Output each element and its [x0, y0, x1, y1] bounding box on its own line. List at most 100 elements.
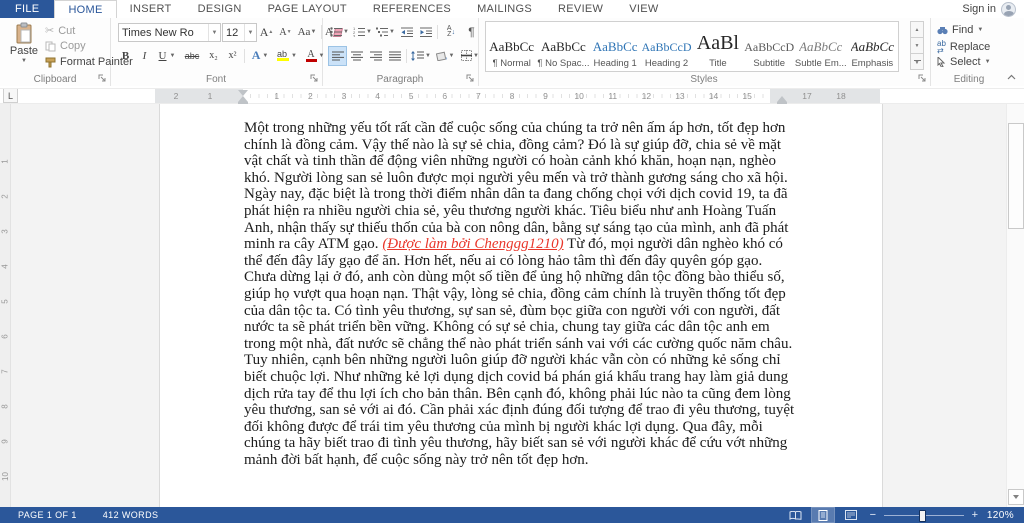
- styles-scroll-up-icon[interactable]: ▲: [910, 21, 924, 38]
- ruler-number: 1: [0, 159, 10, 164]
- style-preview: AaBbCc: [592, 39, 638, 54]
- bullets-icon: [330, 27, 343, 37]
- cut-button[interactable]: ✂ Cut: [45, 24, 75, 38]
- change-case-button[interactable]: Aa ▼: [295, 22, 319, 42]
- styles-more-icon[interactable]: ▼: [910, 54, 924, 70]
- zoom-out-button[interactable]: −: [868, 509, 878, 521]
- grow-font-button[interactable]: A ▲: [257, 22, 276, 42]
- ruler-number: 11: [608, 91, 618, 101]
- copy-button[interactable]: Copy: [45, 40, 86, 52]
- collapse-ribbon-icon[interactable]: [1005, 72, 1017, 82]
- ruler-number: 4: [375, 91, 380, 101]
- clipboard-group: Paste ▼ ✂ Cut Copy Format Painter Clipbo…: [0, 18, 133, 86]
- multilevel-list-button[interactable]: ▼: [374, 22, 397, 42]
- shrink-font-button[interactable]: A ▼: [276, 22, 295, 42]
- replace-button[interactable]: ab ⇄ Replace: [937, 40, 990, 55]
- ruler-number: 13: [675, 91, 685, 101]
- align-left-button[interactable]: [328, 45, 347, 66]
- line-spacing-icon: [411, 50, 425, 61]
- tab-insert[interactable]: INSERT: [117, 0, 185, 18]
- ruler-number: 6: [442, 91, 448, 101]
- line-spacing-button[interactable]: ▼: [409, 46, 433, 66]
- ruler-number: 9: [0, 439, 10, 444]
- increase-indent-button[interactable]: [416, 22, 435, 42]
- zoom-slider-thumb[interactable]: [919, 510, 927, 522]
- decrease-indent-button[interactable]: [397, 22, 416, 42]
- ruler-number: 3: [0, 229, 10, 234]
- font-size-combobox[interactable]: 12 ▼: [222, 23, 257, 42]
- style-label: Subtitle: [753, 58, 786, 69]
- read-mode-button[interactable]: [784, 508, 806, 522]
- word-count[interactable]: 412 WORDS: [103, 510, 159, 520]
- bullets-button[interactable]: ▼: [328, 22, 351, 42]
- style-label: Subtle Em...: [794, 58, 847, 69]
- align-left-icon: [331, 51, 344, 60]
- align-right-button[interactable]: [366, 46, 385, 66]
- tab-mailings[interactable]: MAILINGS: [464, 0, 545, 18]
- sign-in[interactable]: Sign in: [962, 0, 1024, 18]
- styles-group: AaBbCc ¶ Normal AaBbCc ¶ No Spac... AaBb…: [478, 18, 931, 86]
- sign-in-label: Sign in: [962, 3, 996, 15]
- tab-references[interactable]: REFERENCES: [360, 0, 464, 18]
- horizontal-ruler[interactable]: 2 1 1 2 3 4 5 6 7 8 9 10 11 12 13 14 15 17 18: [0, 88, 1024, 105]
- scroll-down-button[interactable]: [1008, 489, 1024, 505]
- underline-button[interactable]: U ▼: [154, 46, 180, 66]
- bold-button[interactable]: B: [116, 46, 135, 66]
- style-preview: AaBbCcD: [744, 40, 795, 54]
- font-name-combobox[interactable]: Times New Ro ▼: [118, 23, 221, 42]
- align-center-button[interactable]: [347, 46, 366, 66]
- style-label: ¶ No Spac...: [537, 58, 590, 69]
- print-layout-button[interactable]: [811, 507, 835, 523]
- style-item[interactable]: AaBbCc ¶ No Spac...: [537, 22, 589, 71]
- page-indicator[interactable]: PAGE 1 OF 1: [18, 510, 77, 520]
- ruler-number: 4: [0, 264, 10, 269]
- justify-button[interactable]: [385, 46, 404, 66]
- ruler-number: 8: [0, 404, 10, 409]
- tab-file[interactable]: FILE: [0, 0, 55, 18]
- style-item[interactable]: AaBbCc Emphasis: [847, 22, 898, 71]
- styles-scroll-down-icon[interactable]: ▼: [910, 38, 924, 54]
- tab-review[interactable]: REVIEW: [545, 0, 616, 18]
- shading-button[interactable]: ▼: [433, 46, 457, 66]
- status-bar: PAGE 1 OF 1 412 WORDS − + 120%: [0, 507, 1024, 523]
- numbering-button[interactable]: 123 ▼: [351, 22, 374, 42]
- ruler-number: 1: [207, 91, 213, 101]
- style-item[interactable]: AaBbCc ¶ Normal: [486, 22, 537, 71]
- paste-button[interactable]: Paste ▼: [5, 21, 43, 75]
- zoom-slider[interactable]: [884, 508, 964, 522]
- style-item[interactable]: AaBl Title: [692, 22, 743, 71]
- sort-button[interactable]: A Z ↓: [440, 22, 462, 42]
- document-page[interactable]: Một trong những yếu tốt rất cần để cuộc …: [159, 104, 883, 507]
- style-item[interactable]: AaBbCcD Subtitle: [744, 22, 795, 71]
- tab-page-layout[interactable]: PAGE LAYOUT: [255, 0, 360, 18]
- italic-button[interactable]: I: [135, 46, 154, 66]
- ruler-row: L 2 1 1 2 3 4 5 6 7 8 9 10 11 12 13 14 15 17 18: [0, 86, 1024, 105]
- tab-design[interactable]: DESIGN: [185, 0, 255, 18]
- scrollbar-thumb[interactable]: [1008, 123, 1024, 229]
- style-item[interactable]: AaBbCcD Heading 2: [641, 22, 692, 71]
- ruler-number: 18: [836, 91, 846, 101]
- find-button[interactable]: Find ▼: [937, 24, 983, 36]
- document-text[interactable]: Một trong những yếu tốt rất cần để cuộc …: [244, 120, 797, 468]
- vertical-ruler[interactable]: 1 2 3 4 5 6 7 8 9 10 11: [0, 104, 11, 507]
- strikethrough-button[interactable]: abc: [180, 46, 204, 66]
- zoom-level[interactable]: 120%: [986, 510, 1014, 521]
- select-button[interactable]: Select ▼: [937, 56, 991, 68]
- text-effects-button[interactable]: A ▼: [247, 46, 273, 66]
- editing-group-label: Editing: [953, 74, 985, 85]
- zoom-in-button[interactable]: +: [970, 509, 980, 521]
- vruler-cell: 6: [0, 319, 10, 354]
- style-item[interactable]: AaBbCc Subtle Em...: [795, 22, 847, 71]
- tab-view[interactable]: VIEW: [616, 0, 671, 18]
- tab-home[interactable]: HOME: [54, 0, 117, 18]
- vertical-scrollbar[interactable]: [1006, 104, 1024, 507]
- svg-text:3: 3: [353, 34, 356, 38]
- web-layout-button[interactable]: [840, 508, 862, 522]
- style-item[interactable]: AaBbCc Heading 1: [589, 22, 640, 71]
- style-label: Title: [709, 58, 727, 69]
- subscript-button[interactable]: x₂: [204, 46, 223, 66]
- ruler-number: 3: [341, 91, 347, 101]
- text-highlight-button[interactable]: ab ▼: [273, 46, 301, 66]
- superscript-button[interactable]: x²: [223, 46, 242, 66]
- print-layout-icon: [818, 509, 828, 521]
